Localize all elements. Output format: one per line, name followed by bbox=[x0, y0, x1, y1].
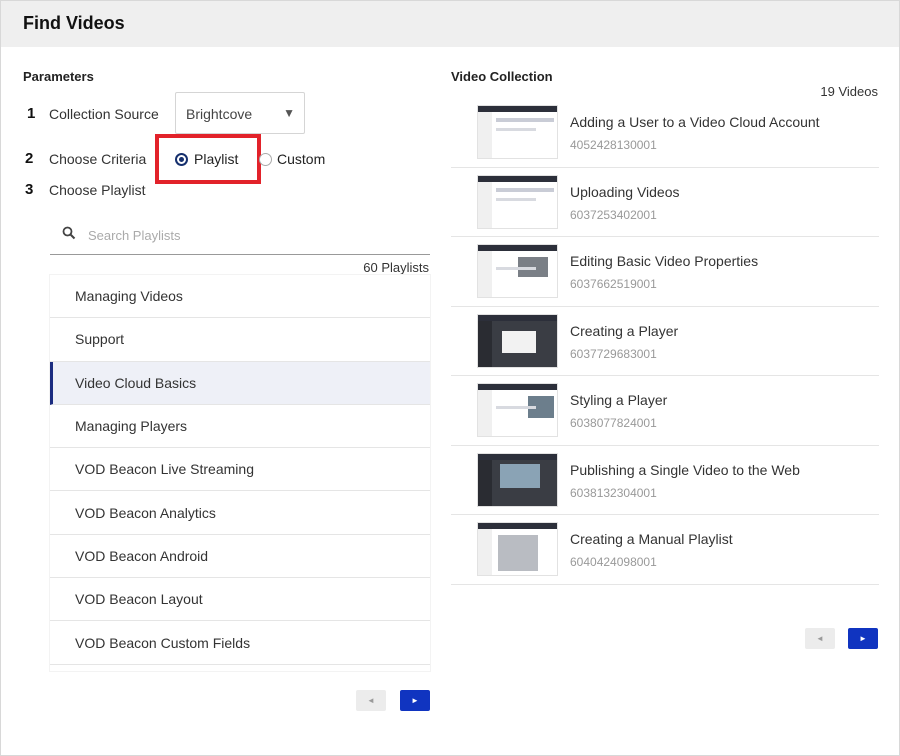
video-title: Editing Basic Video Properties bbox=[570, 253, 759, 269]
search-icon bbox=[62, 226, 76, 240]
playlist-radio-label[interactable]: Playlist bbox=[194, 151, 238, 167]
playlist-next-page-button[interactable]: ► bbox=[400, 690, 430, 711]
playlist-item[interactable]: Managing Videos bbox=[50, 275, 430, 319]
video-id: 4052428130001 bbox=[570, 138, 657, 152]
playlist-list: Managing Videos Support Video Cloud Basi… bbox=[50, 275, 430, 671]
collection-source-select[interactable]: Brightcove ▼ bbox=[175, 92, 305, 134]
video-prev-page-button[interactable]: ◄ bbox=[805, 628, 835, 649]
video-item[interactable]: Publishing a Single Video to the Web 603… bbox=[451, 445, 879, 515]
video-title: Adding a User to a Video Cloud Account bbox=[570, 114, 820, 130]
video-title: Styling a Player bbox=[570, 392, 668, 408]
playlist-item[interactable]: Managing Players bbox=[50, 405, 430, 449]
playlist-prev-page-button[interactable]: ◄ bbox=[356, 690, 386, 711]
video-item[interactable]: Creating a Manual Playlist 6040424098001 bbox=[451, 515, 879, 585]
video-title: Uploading Videos bbox=[570, 183, 680, 200]
step-number: 3 bbox=[25, 181, 34, 198]
video-count: 19 Videos bbox=[820, 84, 878, 99]
video-title: Creating a Player bbox=[570, 322, 679, 339]
video-item[interactable]: Styling a Player 6038077824001 bbox=[451, 376, 879, 446]
collection-source-label: Collection Source bbox=[49, 106, 159, 122]
video-thumbnail bbox=[477, 313, 558, 368]
custom-radio[interactable] bbox=[259, 153, 272, 166]
dialog-title: Find Videos bbox=[23, 13, 125, 33]
video-item[interactable]: Creating a Player 6037729683001 bbox=[451, 306, 879, 376]
search-playlists-field[interactable]: Search Playlists bbox=[50, 217, 430, 255]
video-title: Publishing a Single Video to the Web bbox=[570, 461, 800, 478]
step-number: 1 bbox=[27, 105, 36, 122]
dropdown-arrow-icon: ▼ bbox=[283, 106, 295, 120]
playlist-item[interactable]: VOD Beacon Live Streaming bbox=[50, 448, 430, 492]
playlist-radio[interactable] bbox=[175, 153, 188, 166]
choose-playlist-label: Choose Playlist bbox=[49, 182, 146, 198]
video-collection-title: Video Collection bbox=[451, 69, 553, 84]
choose-criteria-label: Choose Criteria bbox=[49, 151, 147, 167]
video-thumbnail bbox=[477, 174, 558, 229]
search-placeholder: Search Playlists bbox=[88, 228, 181, 243]
playlist-item-selected[interactable]: Video Cloud Basics bbox=[50, 361, 430, 405]
video-next-page-button[interactable]: ► bbox=[848, 628, 878, 649]
video-thumbnail bbox=[477, 452, 558, 507]
video-id: 6037253402001 bbox=[570, 207, 657, 222]
video-id: 6040424098001 bbox=[570, 555, 657, 569]
find-videos-dialog: Find Videos Parameters 1 Collection Sour… bbox=[0, 0, 900, 756]
dialog-header: Find Videos bbox=[1, 1, 899, 47]
video-item[interactable]: Editing Basic Video Properties 603766251… bbox=[451, 237, 879, 307]
collection-source-value: Brightcove bbox=[186, 106, 253, 122]
playlist-item[interactable]: VOD Beacon Layout bbox=[50, 578, 430, 622]
playlist-count: 60 Playlists bbox=[363, 260, 429, 275]
playlist-item[interactable]: VOD Beacon Android bbox=[50, 535, 430, 579]
video-list: Adding a User to a Video Cloud Account 4… bbox=[451, 98, 879, 585]
video-id: 6037662519001 bbox=[570, 277, 657, 291]
video-thumbnail bbox=[477, 244, 558, 298]
video-title: Creating a Manual Playlist bbox=[570, 531, 733, 547]
video-id: 6038077824001 bbox=[570, 416, 657, 430]
video-thumbnail bbox=[477, 522, 558, 576]
playlist-item[interactable]: Support bbox=[50, 318, 430, 362]
parameters-title: Parameters bbox=[23, 69, 94, 84]
video-thumbnail bbox=[477, 105, 558, 159]
playlist-item[interactable]: VOD Beacon Analytics bbox=[50, 491, 430, 535]
video-thumbnail bbox=[477, 383, 558, 437]
custom-radio-label[interactable]: Custom bbox=[277, 151, 325, 167]
video-id: 6038132304001 bbox=[570, 485, 657, 500]
video-id: 6037729683001 bbox=[570, 346, 657, 361]
step-number: 2 bbox=[25, 150, 34, 167]
playlist-item[interactable]: VOD Beacon Custom Fields bbox=[50, 621, 430, 665]
video-item[interactable]: Uploading Videos 6037253402001 bbox=[451, 167, 879, 237]
video-item[interactable]: Adding a User to a Video Cloud Account 4… bbox=[451, 98, 879, 168]
